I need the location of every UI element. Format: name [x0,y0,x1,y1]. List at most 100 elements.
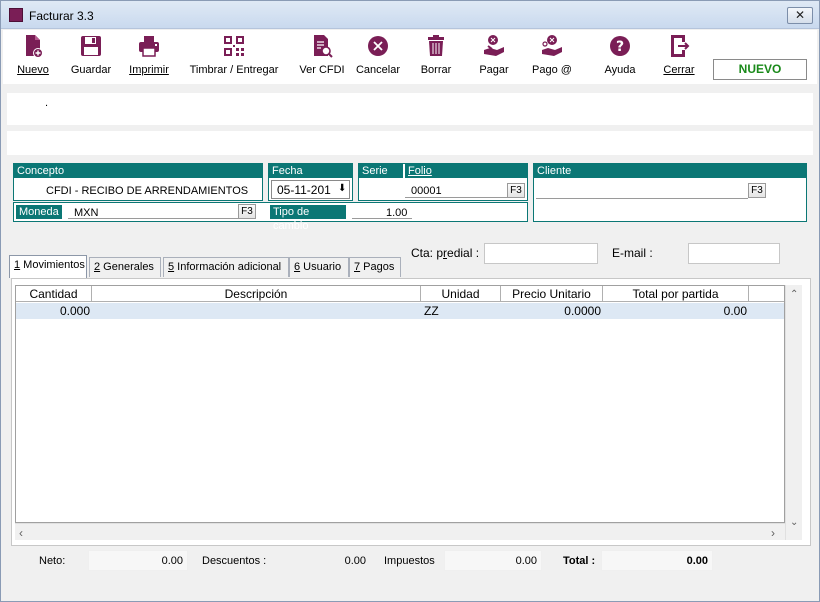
cliente-underline [536,198,748,199]
movimientos-panel: Cantidad Descripción Unidad Precio Unita… [11,278,811,546]
scroll-up-icon[interactable]: ⌃ [790,289,798,300]
cell-unidad[interactable]: ZZ [424,303,464,319]
cliente-lookup-button[interactable]: F3 [748,183,766,198]
scroll-down-icon[interactable]: ⌄ [790,517,798,528]
fecha-value: 05-11-201 [277,183,331,197]
svg-text:?: ? [616,39,624,55]
cliente-group: Cliente F3 [533,163,807,222]
cell-precio[interactable]: 0.0000 [501,303,601,319]
status-badge: NUEVO [713,59,807,80]
info-band-bottom [7,131,813,155]
ver-cfdi-button[interactable]: Ver CFDI [297,34,347,80]
folio-underline [405,197,507,198]
borrar-label: Borrar [420,64,452,76]
concepto-field[interactable]: CFDI - RECIBO DE ARRENDAMIENTOS [46,185,248,197]
moneda-group: Moneda MXN F3 Tipo de cambio 1.00 [13,202,528,232]
scroll-right-icon[interactable]: › [771,526,775,540]
title-bar: Facturar 3.3 ✕ [1,1,819,29]
fecha-input[interactable]: 05-11-201 ⬇ [271,180,350,199]
cerrar-label: Cerrar [663,64,695,76]
grid-header: Cantidad Descripción Unidad Precio Unita… [16,286,784,302]
ver-cfdi-label: Ver CFDI [299,64,345,76]
col-unidad[interactable]: Unidad [421,286,501,302]
folio-header: Folio [405,164,527,178]
pago-arroba-label: Pago @ [532,64,572,76]
impuestos-label: Impuestos [384,555,435,567]
view-document-icon [314,35,333,58]
col-descripcion[interactable]: Descripción [92,286,421,302]
cancel-x-icon [368,36,388,56]
info-band-top: . [7,93,813,125]
new-document-icon [26,35,43,58]
folio-field[interactable]: 00001 [411,185,442,197]
cancelar-label: Cancelar [355,64,401,76]
cell-descripcion[interactable] [96,303,416,319]
cell-total[interactable]: 0.00 [603,303,747,319]
qr-code-icon [224,36,244,56]
tab-informacion-adicional[interactable]: 5 Información adicional [163,257,289,277]
floppy-save-icon [81,36,101,56]
borrar-button[interactable]: Borrar [413,34,459,80]
printer-icon [139,36,159,57]
scroll-left-icon[interactable]: ‹ [19,526,23,540]
tab-movimientos[interactable]: 1 Movimientos [9,255,87,278]
fecha-header: Fecha [269,164,352,178]
concepto-header: Concepto [14,164,262,178]
cancelar-button[interactable]: Cancelar [353,34,403,80]
tab-usuario[interactable]: 6 Usuario [289,257,349,277]
serie-header: Serie [359,164,403,178]
tipo-cambio-label: Tipo de cambio [270,205,346,232]
pagar-button[interactable]: Pagar [471,34,517,80]
imprimir-button[interactable]: Imprimir [124,34,174,80]
col-cantidad[interactable]: Cantidad [16,286,92,302]
pago-arroba-button[interactable]: Pago @ [527,34,577,80]
tab-pagos[interactable]: 7 Pagos [349,257,401,277]
fecha-group: Fecha 05-11-201 ⬇ [268,163,353,201]
descuentos-label: Descuentos : [202,555,267,567]
moneda-lookup-button[interactable]: F3 [238,204,256,219]
imprimir-label: Imprimir [129,64,169,76]
col-total-partida[interactable]: Total por partida [603,286,749,302]
ayuda-button[interactable]: ? Ayuda [597,34,643,80]
moneda-label: Moneda [16,205,62,219]
exit-door-icon [671,35,690,57]
help-question-icon: ? [610,36,630,56]
folio-lookup-button[interactable]: F3 [507,183,525,198]
cerrar-button[interactable]: Cerrar [656,34,702,80]
vertical-scrollbar[interactable]: ⌃ ⌄ [785,285,802,540]
horizontal-scrollbar[interactable]: ‹ › [15,523,785,540]
timbrar-label: Timbrar / Entregar [189,64,279,76]
pay-hand-icon [484,35,504,56]
cta-predial-label: Cta: predial : [411,246,480,260]
date-picker-icon[interactable]: ⬇ [338,183,346,194]
pay-online-icon [542,35,562,56]
nuevo-button[interactable]: Nuevo [11,34,55,80]
email-label: E-mail : [612,246,653,260]
serie-folio-group: Serie Folio 00001 F3 [358,163,528,201]
tab-generales[interactable]: 2 Generales [89,257,161,277]
total-value: 0.00 [601,550,713,571]
cta-predial-input[interactable] [484,243,598,264]
toolbar: Nuevo Guardar Imprimir Timbrar / Entrega… [3,30,817,84]
nuevo-label: Nuevo [17,64,49,76]
descuentos-value: 0.00 [271,550,371,571]
concepto-group: Concepto CFDI - RECIBO DE ARRENDAMIENTOS [13,163,263,201]
table-row[interactable]: 0.000 ZZ 0.0000 0.00 [16,303,784,319]
email-input[interactable] [688,243,780,264]
total-label: Total : [563,555,596,567]
window-title: Facturar 3.3 [29,9,94,23]
cell-cantidad[interactable]: 0.000 [16,303,90,319]
tipo-cambio-field[interactable]: 1.00 [386,207,407,219]
app-icon [9,8,23,22]
pagar-label: Pagar [479,64,509,76]
facturar-window: Facturar 3.3 ✕ Nuevo Guardar Imprimir Ti… [0,0,820,602]
movimientos-grid: Cantidad Descripción Unidad Precio Unita… [15,285,785,523]
guardar-button[interactable]: Guardar [66,34,116,80]
col-precio-unitario[interactable]: Precio Unitario [501,286,603,302]
guardar-label: Guardar [70,64,112,76]
moneda-field[interactable]: MXN [74,207,98,219]
ayuda-label: Ayuda [604,64,636,76]
close-window-button[interactable]: ✕ [787,7,813,24]
timbrar-entregar-button[interactable]: Timbrar / Entregar [188,34,280,80]
trash-icon [428,35,444,56]
